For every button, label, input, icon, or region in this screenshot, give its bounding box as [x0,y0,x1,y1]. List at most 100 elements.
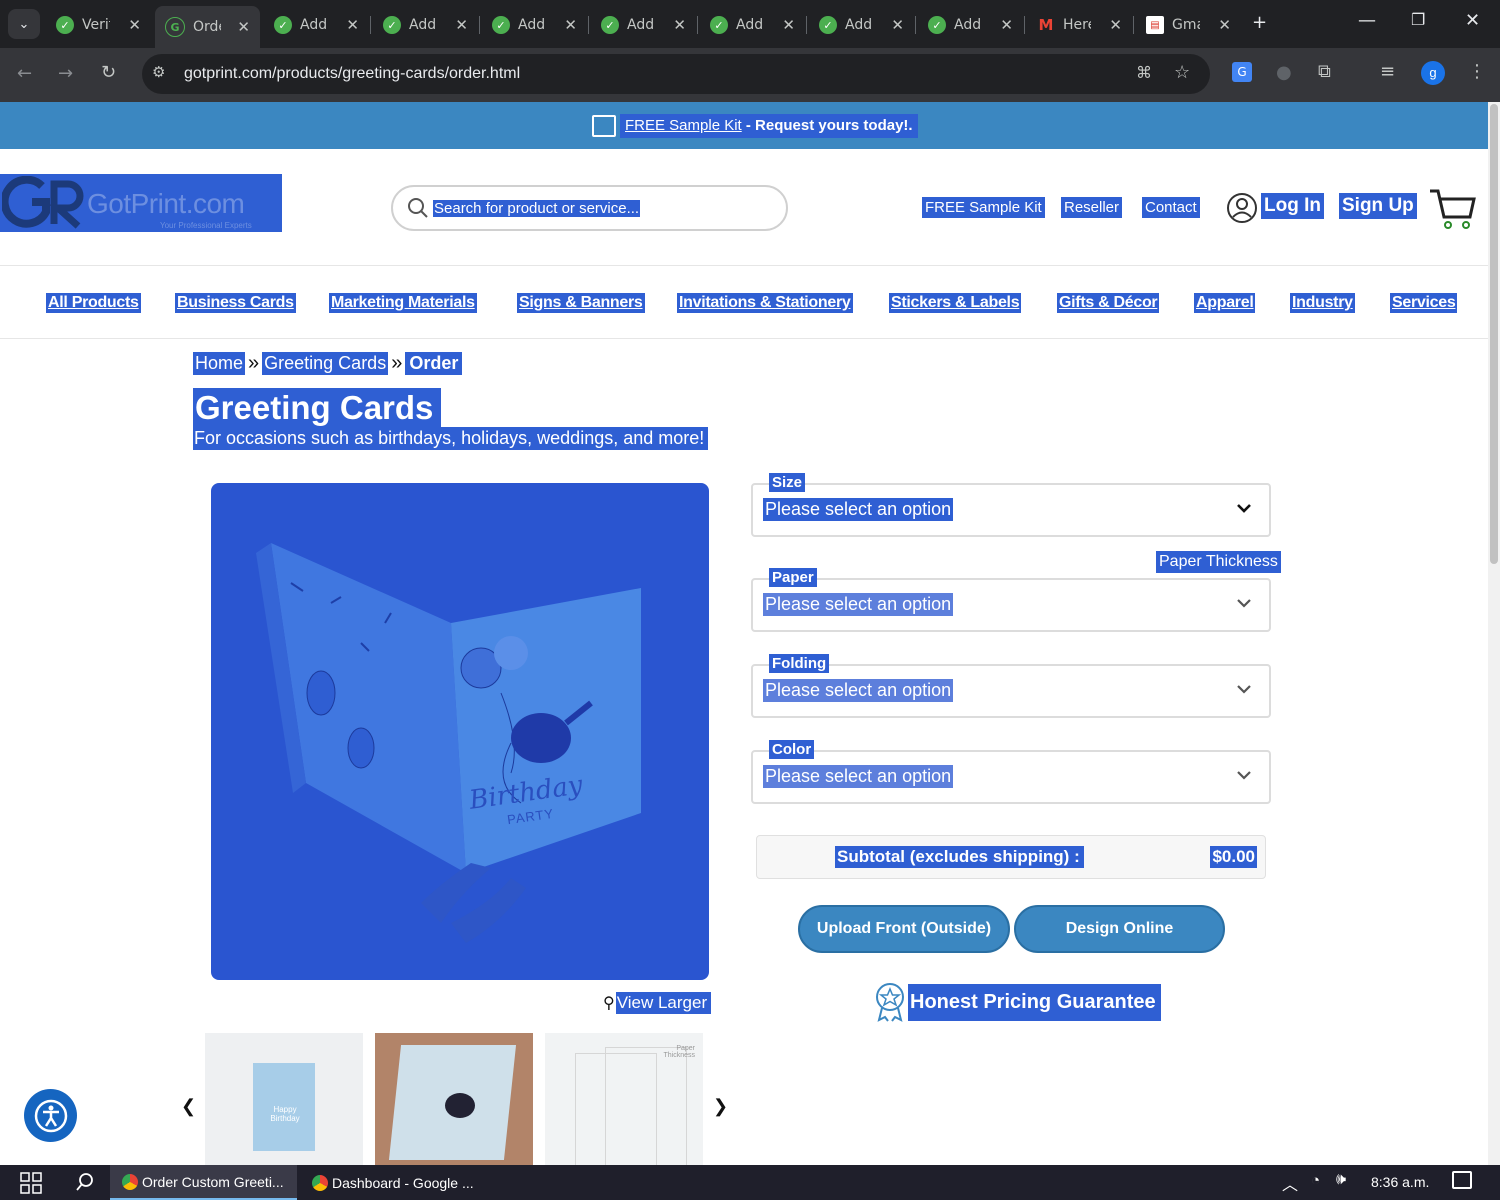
search-box[interactable]: Search for product or service... [391,185,788,231]
browser-tab[interactable]: ✓ Add ✕ [373,8,478,42]
chevron-down-icon[interactable] [1235,680,1253,698]
url-text[interactable]: gotprint.com/products/greeting-cards/ord… [184,65,520,83]
shopping-cart-icon[interactable] [1428,187,1476,231]
search-icon[interactable] [407,197,429,219]
extension-icon[interactable]: ● [1276,62,1292,83]
paper-select[interactable]: Paper Please select an option [751,568,1271,632]
translate-icon[interactable]: ⌘ [1136,63,1152,82]
forward-icon[interactable]: → [58,63,73,84]
thumbnail-3[interactable]: Paper Thickness [545,1033,703,1165]
close-tab-icon[interactable]: ✕ [346,16,359,34]
chevron-down-icon[interactable] [1235,766,1253,784]
user-account-icon[interactable] [1226,192,1258,224]
breadcrumb-category[interactable]: Greeting Cards [262,351,389,375]
new-tab-button[interactable]: + [1252,12,1267,33]
taskbar-task-chrome-dashboard[interactable]: Dashboard - Google ... [300,1165,485,1200]
bookmark-star-icon[interactable]: ☆ [1174,62,1190,83]
search-input[interactable]: Search for product or service... [433,200,641,217]
nav-all-products[interactable]: All Products [46,293,141,313]
signup-link[interactable]: Sign Up [1339,193,1417,219]
extensions-puzzle-icon[interactable]: ⧉ [1318,61,1331,82]
thumbnail-next-icon[interactable]: ❯ [713,1096,728,1117]
size-select[interactable]: Size Please select an option [751,473,1271,537]
close-tab-icon[interactable]: ✕ [1218,16,1231,34]
close-tab-icon[interactable]: ✕ [782,16,795,34]
tab-search-button[interactable]: ⌄ [8,9,40,39]
paper-value[interactable]: Please select an option [763,593,954,616]
paper-thickness-link[interactable]: Paper Thickness [1156,551,1281,573]
google-translate-extension-icon[interactable]: G [1232,62,1252,82]
minimize-icon[interactable]: — [1358,10,1376,31]
browser-tab[interactable]: ✓ Add ✕ [809,8,914,42]
thumbnail-2[interactable] [375,1033,533,1165]
close-tab-icon[interactable]: ✕ [1000,16,1013,34]
back-icon[interactable]: ← [17,63,32,84]
nav-industry[interactable]: Industry [1290,293,1355,313]
tray-chevron-up-icon[interactable]: ︿ [1282,1171,1298,1195]
gotprint-logo[interactable]: GotPrint.com Your Professional Experts [0,174,282,232]
honest-pricing-guarantee[interactable]: Honest Pricing Guarantee [908,984,1161,1021]
close-tab-icon[interactable]: ✕ [891,16,904,34]
page-scrollbar-thumb[interactable] [1490,104,1498,564]
restore-icon[interactable]: ❐ [1411,10,1425,29]
browser-tab[interactable]: ▤ Gmail ✕ [1136,8,1241,42]
design-online-button[interactable]: Design Online [1014,905,1225,953]
notifications-icon[interactable] [1452,1171,1472,1189]
taskbar-search-icon[interactable] [75,1172,95,1192]
reload-icon[interactable]: ↻ [101,62,116,83]
nav-services[interactable]: Services [1390,293,1458,313]
login-link[interactable]: Log In [1261,193,1324,219]
folding-value[interactable]: Please select an option [763,679,954,702]
chevron-down-icon[interactable] [1235,594,1253,612]
product-image[interactable]: Birthday PARTY [211,483,709,980]
thumbnail-1[interactable]: Happy Birthday [205,1033,363,1165]
volume-icon[interactable]: 🕪 [1336,1171,1346,1189]
thumbnail-prev-icon[interactable]: ❮ [181,1096,196,1117]
site-settings-icon[interactable]: ⚙ [152,63,165,81]
upload-front-button[interactable]: Upload Front (Outside) [798,905,1010,953]
close-tab-icon[interactable]: ✕ [455,16,468,34]
close-tab-icon[interactable]: ✕ [564,16,577,34]
size-value[interactable]: Please select an option [763,498,954,521]
chevron-down-icon[interactable] [1235,499,1253,517]
nav-signs-banners[interactable]: Signs & Banners [517,293,645,313]
wifi-icon[interactable]: ◔ [1311,1172,1320,1189]
browser-tab[interactable]: ✓ Add ✕ [918,8,1023,42]
header-free-sample-kit-link[interactable]: FREE Sample Kit [922,197,1045,218]
color-value[interactable]: Please select an option [763,765,954,788]
color-select[interactable]: Color Please select an option [751,740,1271,804]
nav-invitations-stationery[interactable]: Invitations & Stationery [677,293,853,313]
accessibility-button[interactable] [24,1089,77,1142]
close-window-icon[interactable]: ✕ [1465,10,1480,31]
page-subtitle: For occasions such as birthdays, holiday… [193,427,709,450]
taskbar-task-chrome-order[interactable]: Order Custom Greeti... [110,1165,297,1200]
header-reseller-link[interactable]: Reseller [1061,197,1123,218]
close-tab-icon[interactable]: ✕ [237,18,250,36]
close-tab-icon[interactable]: ✕ [1109,16,1122,34]
close-tab-icon[interactable]: ✕ [128,16,141,34]
nav-business-cards[interactable]: Business Cards [175,293,296,313]
windows-start-icon[interactable] [20,1172,42,1194]
nav-apparel[interactable]: Apparel [1194,293,1256,313]
browser-tab[interactable]: M Here ✕ [1027,8,1132,42]
nav-marketing-materials[interactable]: Marketing Materials [329,293,477,313]
media-control-icon[interactable]: ≡ [1380,61,1395,82]
free-sample-kit-link[interactable]: FREE Sample Kit [625,117,742,134]
browser-tab[interactable]: ✓ Add ✕ [591,8,696,42]
breadcrumb-home[interactable]: Home [193,351,246,375]
browser-tab-active[interactable]: G Order ✕ [155,6,260,48]
folding-select[interactable]: Folding Please select an option [751,654,1271,718]
close-tab-icon[interactable]: ✕ [673,16,686,34]
browser-tab[interactable]: ✓ Verif ✕ [46,8,151,42]
nav-gifts-decor[interactable]: Gifts & Décor [1057,293,1160,313]
browser-tab[interactable]: ✓ Add ✕ [700,8,805,42]
header-contact-link[interactable]: Contact [1142,197,1200,218]
address-bar[interactable]: ⚙ gotprint.com/products/greeting-cards/o… [142,54,1210,94]
browser-tab[interactable]: ✓ Add ✕ [264,8,369,42]
view-larger-link[interactable]: ⚲ View Larger [603,992,712,1014]
browser-menu-icon[interactable]: ⋮ [1468,61,1486,82]
profile-avatar[interactable]: g [1421,61,1445,85]
nav-stickers-labels[interactable]: Stickers & Labels [889,293,1022,313]
browser-tab[interactable]: ✓ Add ✕ [482,8,587,42]
system-clock[interactable]: 8:36 a.m. [1371,1174,1429,1190]
